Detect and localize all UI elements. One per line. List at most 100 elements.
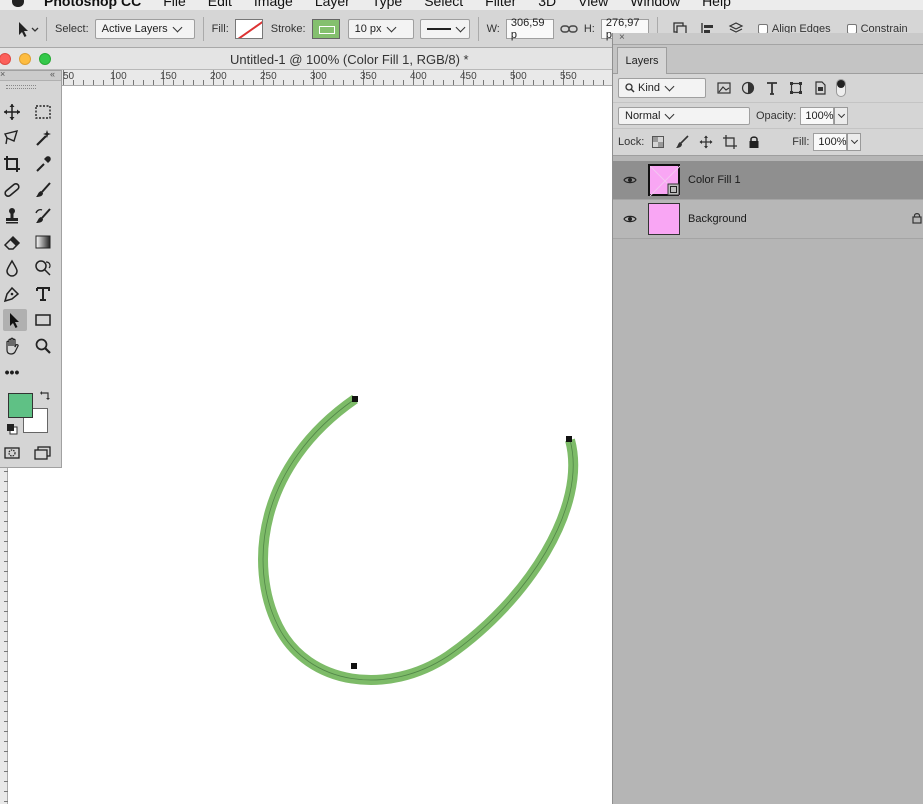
- eraser-tool[interactable]: [0, 231, 24, 253]
- menu-file[interactable]: File: [163, 0, 186, 9]
- lock-all-icon[interactable]: [747, 135, 761, 149]
- close-icon[interactable]: ×: [0, 69, 5, 79]
- healing-brush-tool[interactable]: [0, 179, 24, 201]
- layer-thumbnail[interactable]: [648, 203, 680, 235]
- anchor-point[interactable]: [352, 396, 358, 402]
- fill-thumbnail-pattern: [650, 166, 680, 196]
- filter-smart-object-icon[interactable]: [813, 81, 827, 95]
- history-brush-icon: [35, 208, 51, 223]
- anchor-point[interactable]: [566, 436, 572, 442]
- tools-panel-header[interactable]: × «: [0, 69, 61, 81]
- marquee-tool[interactable]: [31, 101, 55, 123]
- menu-view[interactable]: View: [578, 0, 608, 9]
- default-colors-icon[interactable]: [6, 423, 18, 435]
- stroke-width-field[interactable]: 10 px: [347, 18, 414, 39]
- close-icon[interactable]: ×: [619, 32, 625, 43]
- filter-type-icon[interactable]: [765, 81, 779, 95]
- menu-help[interactable]: Help: [702, 0, 731, 9]
- menu-select[interactable]: Select: [424, 0, 463, 9]
- stroked-path[interactable]: [258, 394, 579, 685]
- curve-path-drawing[interactable]: [8, 86, 612, 804]
- link-icon[interactable]: [560, 23, 578, 35]
- stamp-icon: [6, 208, 18, 224]
- fill-slider-button[interactable]: [847, 133, 862, 151]
- fill-input[interactable]: 100%: [813, 133, 848, 151]
- layer-name[interactable]: Background: [688, 213, 747, 225]
- rectangle-tool[interactable]: [31, 309, 55, 331]
- layer-thumbnail[interactable]: [648, 164, 680, 196]
- swap-colors-icon[interactable]: [39, 389, 51, 401]
- blur-tool[interactable]: [0, 257, 24, 279]
- crop-tool[interactable]: [0, 153, 24, 175]
- stroke-swatch[interactable]: [311, 18, 340, 39]
- foreground-color-swatch[interactable]: [8, 393, 33, 418]
- menu-window[interactable]: Window: [630, 0, 680, 9]
- lock-artboard-icon[interactable]: [723, 135, 738, 149]
- panel-tabbar: Layers: [613, 45, 923, 74]
- stroke-type-dropdown[interactable]: [419, 18, 470, 39]
- filter-toggle-switch[interactable]: [836, 79, 846, 97]
- eye-icon[interactable]: [623, 175, 637, 185]
- menu-3d[interactable]: 3D: [538, 0, 556, 9]
- screen-mode-button[interactable]: [31, 442, 55, 464]
- type-tool[interactable]: [31, 283, 55, 305]
- pen-tool[interactable]: [0, 283, 24, 305]
- edit-toolbar-button[interactable]: •••: [0, 361, 24, 383]
- menu-layer[interactable]: Layer: [315, 0, 350, 9]
- layer-filter-row: Kind: [613, 74, 923, 102]
- path-selection-tool[interactable]: [3, 309, 27, 331]
- lock-icon: [912, 213, 922, 224]
- menu-image[interactable]: Image: [254, 0, 293, 9]
- chevron-down-icon: [455, 22, 466, 32]
- lock-transparent-pixels-icon[interactable]: [651, 135, 665, 149]
- opacity-input[interactable]: 100%: [800, 106, 835, 125]
- magic-wand-tool[interactable]: [31, 127, 55, 149]
- anchor-point[interactable]: [351, 663, 357, 669]
- eyedropper-tool[interactable]: [31, 153, 55, 175]
- constrain-checkbox[interactable]: [846, 23, 857, 34]
- lock-image-pixels-icon[interactable]: [675, 135, 689, 149]
- filter-shape-icon[interactable]: [789, 81, 803, 95]
- hand-tool[interactable]: [0, 335, 24, 357]
- move-tool[interactable]: [0, 101, 24, 123]
- screen-mode-icon: [34, 446, 51, 460]
- fill-swatch[interactable]: [234, 18, 263, 39]
- apple-icon[interactable]: [12, 0, 24, 7]
- layer-name[interactable]: Color Fill 1: [688, 174, 741, 186]
- history-brush-tool[interactable]: [31, 205, 55, 227]
- dodge-tool[interactable]: [31, 257, 55, 279]
- panel-grip[interactable]: [6, 85, 36, 89]
- document-title: Untitled-1 @ 100% (Color Fill 1, RGB/8) …: [230, 52, 469, 67]
- horizontal-ruler[interactable]: 50 100 150 200 250 300 350 400 450 500 5…: [0, 70, 612, 86]
- eraser-icon: [3, 235, 21, 250]
- tool-preset-picker[interactable]: [14, 19, 39, 39]
- brush-tool[interactable]: [31, 179, 55, 201]
- tab-layers[interactable]: Layers: [617, 47, 667, 74]
- ruler-label: 300: [310, 71, 327, 82]
- opacity-slider-button[interactable]: [834, 106, 849, 125]
- eye-icon[interactable]: [623, 214, 637, 224]
- layer-row-color-fill-1[interactable]: Color Fill 1: [613, 161, 923, 200]
- menu-type[interactable]: Type: [372, 0, 402, 9]
- app-menu[interactable]: Photoshop CC: [44, 0, 141, 9]
- menu-edit[interactable]: Edit: [208, 0, 232, 9]
- filter-kind-dropdown[interactable]: Kind: [618, 78, 706, 98]
- lock-position-icon[interactable]: [699, 135, 713, 149]
- width-input[interactable]: 306,59 p: [505, 17, 554, 41]
- clone-stamp-tool[interactable]: [0, 205, 24, 227]
- document-canvas[interactable]: [8, 86, 612, 804]
- ruler-label: 100: [110, 71, 127, 82]
- layer-row-background[interactable]: Background: [613, 200, 923, 239]
- gradient-tool[interactable]: [31, 231, 55, 253]
- align-edges-checkbox[interactable]: [757, 23, 768, 34]
- collapse-icon[interactable]: «: [50, 69, 55, 79]
- filter-adjustment-icon[interactable]: [741, 81, 755, 95]
- panel-topbar[interactable]: ×: [613, 32, 923, 45]
- lasso-tool[interactable]: [0, 127, 24, 149]
- menu-filter[interactable]: Filter: [485, 0, 516, 9]
- quick-mask-button[interactable]: [0, 442, 24, 464]
- zoom-tool[interactable]: [31, 335, 55, 357]
- select-mode-dropdown[interactable]: Active Layers: [94, 18, 195, 39]
- blend-mode-dropdown[interactable]: Normal: [618, 106, 750, 125]
- filter-pixel-icon[interactable]: [717, 81, 731, 95]
